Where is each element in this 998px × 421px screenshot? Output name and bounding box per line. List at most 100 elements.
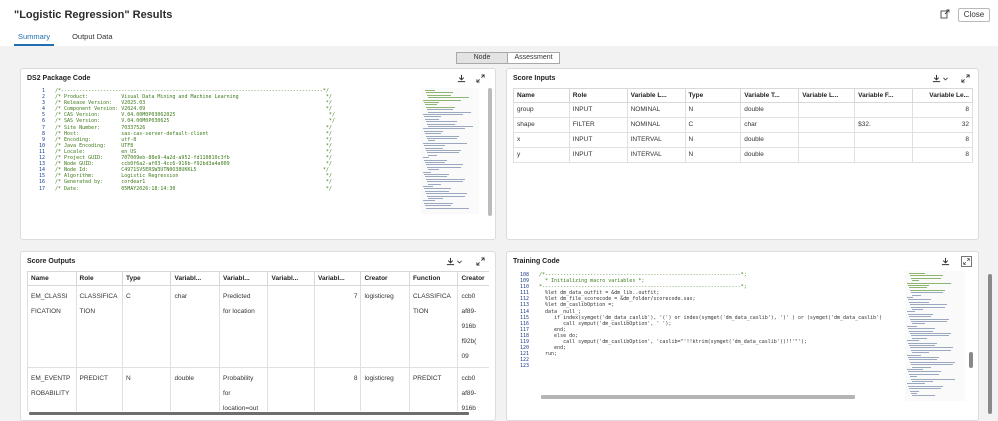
minimap-line [425, 205, 451, 207]
minimap-line [423, 99, 461, 101]
horizontal-scrollbar[interactable] [541, 395, 855, 399]
cell-line: TION [79, 308, 96, 315]
column-header[interactable]: Variabl... [267, 271, 315, 286]
table-cell: C [121, 285, 172, 368]
minimap-line [428, 198, 443, 199]
score-outputs-table-viewport[interactable]: Name Role Type Variabl... Variabl... Var… [27, 271, 489, 411]
column-header[interactable]: Variabl... [170, 271, 220, 286]
code-minimap[interactable] [421, 88, 479, 214]
table-cell [854, 102, 914, 118]
column-header[interactable]: Role [75, 271, 123, 286]
assessment-toggle-button[interactable]: Assessment [508, 52, 560, 64]
minimap-line [425, 133, 441, 135]
table-cell: y [513, 147, 570, 163]
minimap-line [423, 200, 435, 202]
column-header[interactable]: Variable L... [798, 88, 856, 103]
vertical-scrollbar[interactable] [488, 88, 492, 216]
code-text: %let dm_file_scorecode = &dm_folder/scor… [539, 296, 696, 303]
table-row[interactable]: group INPUT NOMINAL Ndouble 8 [513, 102, 973, 118]
table-cell: N [684, 102, 742, 118]
column-header[interactable]: Creator [360, 271, 410, 286]
download-icon[interactable] [941, 257, 950, 266]
code-text: %let dm_data_outfit = &dm_lib..outfit; [539, 290, 660, 297]
minimap-line [908, 313, 933, 315]
tab-summary[interactable]: Summary [14, 30, 55, 46]
training-code-editor[interactable]: 108/*-----------------------------------… [515, 272, 903, 398]
column-header[interactable]: Name [27, 271, 77, 286]
code-text: end; [539, 345, 567, 352]
table-cell [267, 285, 315, 368]
minimap-line [910, 347, 953, 349]
close-button[interactable]: Close [958, 8, 990, 22]
table-cell [798, 147, 856, 163]
download-icon[interactable] [932, 74, 941, 83]
node-toggle-button[interactable]: Node [456, 52, 508, 64]
column-header[interactable]: Variabl... [218, 271, 269, 286]
expand-icon[interactable] [476, 74, 485, 83]
download-icon[interactable] [457, 74, 466, 83]
code-text: /* Component Version: V2024.09 */ [55, 106, 332, 113]
cell-line: location=out [222, 405, 259, 411]
table-cell [854, 132, 914, 148]
table-cell: Predicted for location [218, 285, 269, 368]
minimap-line [426, 150, 461, 151]
column-header[interactable]: Variabl... [313, 271, 362, 286]
code-minimap[interactable] [905, 271, 965, 401]
view-toggle: Node Assessment [456, 52, 560, 64]
column-header[interactable]: Function [408, 271, 459, 286]
column-header[interactable]: Type [684, 88, 742, 103]
minimap-line [426, 121, 457, 123]
column-header[interactable]: Name [513, 88, 570, 103]
table-cell: logisticreg [360, 285, 410, 368]
table-cell: INPUT [568, 102, 628, 118]
minimap-line [423, 114, 463, 115]
chevron-down-icon[interactable] [942, 74, 949, 83]
code-text: if index(symget('dm_data_caslib'), '(') … [539, 314, 883, 321]
code-text: end; [539, 326, 567, 333]
download-icon[interactable] [446, 257, 455, 266]
vertical-scrollbar[interactable] [969, 352, 973, 368]
minimap-line [427, 94, 451, 96]
minimap-line [424, 159, 447, 161]
training-code-panel: Training Code 108/*---------------------… [506, 251, 979, 421]
table-row[interactable]: y INPUT INTERVAL Ndouble 8 [513, 147, 973, 163]
expand-icon[interactable] [961, 256, 972, 267]
table-cell: EM_CLASSI FICATION [27, 285, 77, 368]
table-row[interactable]: x INPUT INTERVAL Ndouble 8 [513, 132, 973, 148]
minimap-line [909, 345, 935, 346]
minimap-line [907, 297, 913, 298]
minimap-line [427, 181, 463, 183]
table-cell: INTERVAL [626, 132, 686, 148]
column-header[interactable]: Type [121, 271, 172, 286]
column-header[interactable]: Variable F... [854, 88, 914, 103]
cell-line: N [125, 375, 131, 382]
cell-line: af89- [461, 308, 477, 315]
expand-icon[interactable] [476, 257, 485, 266]
code-text: /* Host: sas-cas-server-default-client *… [55, 130, 332, 137]
column-header[interactable]: Role [568, 88, 628, 103]
panel-title: Score Inputs [513, 75, 556, 82]
table-cell: CLASSIFICA TION [75, 285, 123, 368]
page-scrollbar[interactable] [988, 274, 992, 414]
column-header[interactable]: Variable T... [740, 88, 800, 103]
line-number: 17 [38, 185, 45, 192]
code-text: call symput('dm_caslibOption', 'caslib="… [539, 339, 807, 346]
minimap-line [425, 118, 439, 120]
export-icon[interactable] [940, 9, 950, 19]
table-cell: N [684, 132, 742, 148]
table-row[interactable]: shape FILTER NOMINAL Cchar $32. 32 [513, 117, 973, 133]
table-cell: 32 [912, 117, 973, 133]
column-header[interactable]: Creator [457, 271, 489, 286]
horizontal-scrollbar[interactable] [29, 412, 469, 415]
column-header[interactable]: Variable L... [626, 88, 686, 103]
table-row[interactable]: EM_CLASSI FICATION CLASSIFICA TION Cchar Pred… [27, 285, 489, 368]
ds2-code-editor[interactable]: 1/*-------------------------------------… [31, 88, 415, 218]
code-text: /* Product: Visual Data Mining and Machi… [55, 94, 332, 101]
table-row[interactable]: EM_EVENTP ROBABILITY PREDICT Ndouble Probabi… [27, 367, 489, 411]
column-header[interactable]: Variable Le... [912, 88, 973, 103]
expand-icon[interactable] [961, 74, 970, 83]
table-cell: logisticreg [360, 367, 410, 411]
ds2-package-code-panel: DS2 Package Code 1/*--------------------… [20, 68, 496, 240]
chevron-down-icon[interactable] [456, 257, 463, 266]
tab-output-data[interactable]: Output Data [68, 30, 116, 46]
